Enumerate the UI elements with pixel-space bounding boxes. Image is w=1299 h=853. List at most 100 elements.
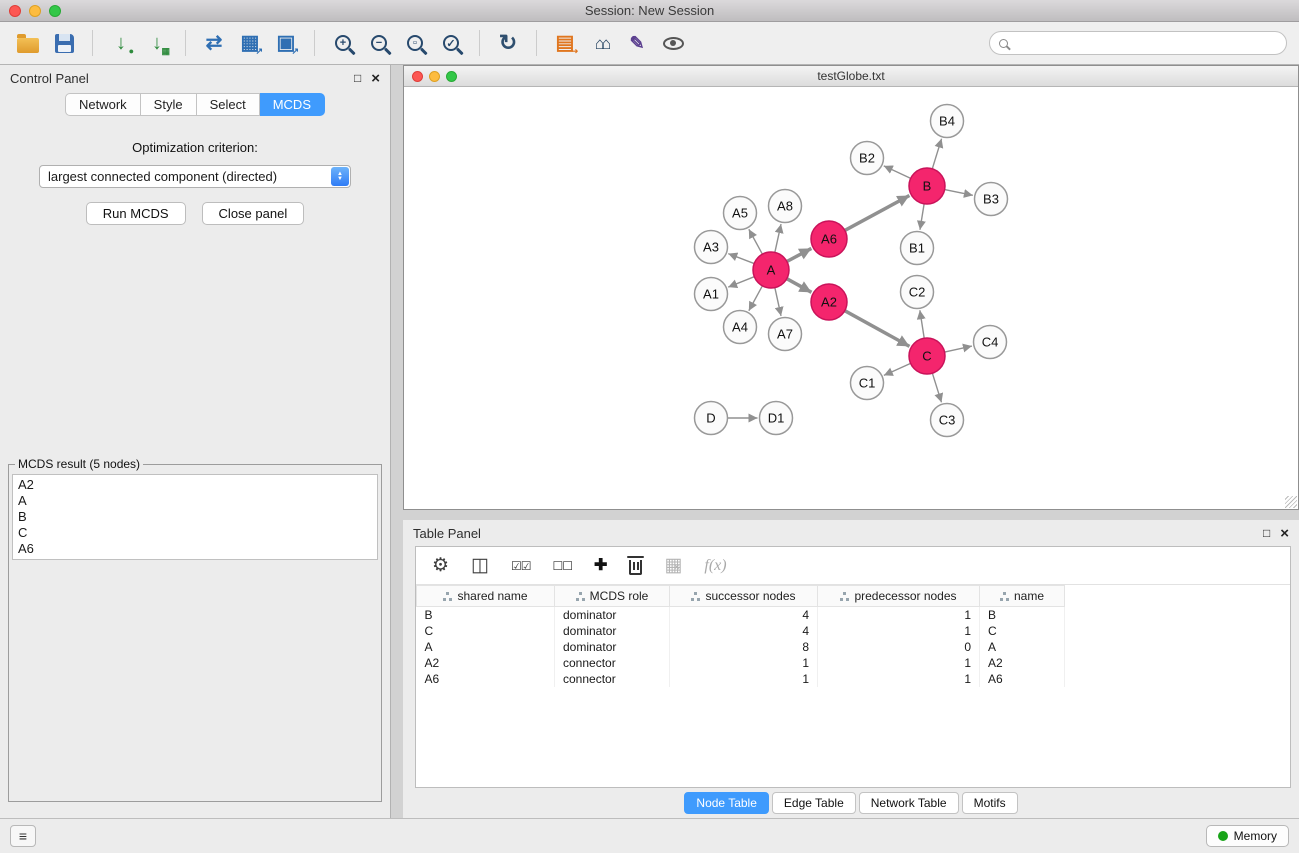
graph-edge-C-C1[interactable] — [884, 363, 911, 375]
table-cell[interactable]: A2 — [417, 655, 555, 671]
graph-node-A6[interactable]: A6 — [811, 221, 847, 257]
close-table-panel-icon[interactable]: × — [1280, 526, 1289, 541]
graph-node-B4[interactable]: B4 — [931, 105, 964, 138]
table-cell[interactable]: connector — [555, 671, 670, 687]
table-cell[interactable]: 1 — [818, 671, 980, 687]
graph-node-B3[interactable]: B3 — [975, 183, 1008, 216]
annotation-button[interactable]: ✎ — [621, 27, 653, 59]
column-header-mcds-role[interactable]: MCDS role — [555, 586, 670, 607]
delete-table-button[interactable]: ▦ × — [664, 556, 682, 575]
graph-edge-B-B2[interactable] — [884, 166, 911, 179]
import-table-button[interactable]: ↓ ▦ — [141, 27, 173, 59]
table-cell[interactable]: dominator — [555, 623, 670, 639]
tab-select[interactable]: Select — [197, 93, 260, 116]
open-session-button[interactable] — [12, 27, 44, 59]
graph-node-A2[interactable]: A2 — [811, 284, 847, 320]
graph-node-C3[interactable]: C3 — [931, 404, 964, 437]
mcds-result-item[interactable]: A6 — [18, 541, 372, 557]
graph-node-C[interactable]: C — [909, 338, 945, 374]
tab-network-table[interactable]: Network Table — [859, 792, 959, 814]
graph-node-A7[interactable]: A7 — [769, 318, 802, 351]
graph-node-B[interactable]: B — [909, 168, 945, 204]
graph-edge-A-A1[interactable] — [728, 277, 754, 287]
minimize-window-button[interactable] — [29, 5, 41, 17]
resize-grip[interactable] — [1285, 496, 1297, 508]
tab-mcds[interactable]: MCDS — [260, 93, 325, 116]
table-row[interactable]: Adominator80A — [417, 639, 1065, 655]
table-cell[interactable]: A2 — [980, 655, 1065, 671]
table-cell[interactable]: B — [980, 607, 1065, 623]
table-cell[interactable]: C — [417, 623, 555, 639]
graph-node-A5[interactable]: A5 — [724, 197, 757, 230]
graph-node-C4[interactable]: C4 — [974, 326, 1007, 359]
network-close-button[interactable] — [412, 71, 423, 82]
graph-node-A3[interactable]: A3 — [695, 231, 728, 264]
float-panel-icon[interactable]: □ — [354, 72, 361, 84]
graph-node-B2[interactable]: B2 — [851, 142, 884, 175]
graph-edge-A-A7[interactable] — [775, 288, 781, 316]
network-minimize-button[interactable] — [429, 71, 440, 82]
close-panel-icon[interactable]: × — [371, 71, 380, 86]
table-cell[interactable]: A6 — [980, 671, 1065, 687]
show-hide-button[interactable] — [657, 27, 689, 59]
zoom-in-button[interactable]: + — [327, 27, 359, 59]
column-visibility-button[interactable]: ◫ — [471, 556, 489, 575]
graph-edge-A-A6[interactable] — [787, 248, 811, 261]
graph-node-D1[interactable]: D1 — [760, 402, 793, 435]
table-cell[interactable]: A — [980, 639, 1065, 655]
export-image-button[interactable]: ▣ ↗ — [270, 27, 302, 59]
table-cell[interactable]: 1 — [670, 671, 818, 687]
graph-edge-C-C2[interactable] — [920, 310, 924, 338]
run-mcds-button[interactable]: Run MCDS — [86, 202, 186, 225]
export-table-button[interactable]: ▦ ↗ — [234, 27, 266, 59]
graph-edge-A-A5[interactable] — [749, 229, 763, 254]
table-cell[interactable]: 1 — [818, 623, 980, 639]
graph-edge-A-A2[interactable] — [787, 279, 812, 293]
zoom-out-button[interactable]: − — [363, 27, 395, 59]
graph-edge-B-B4[interactable] — [932, 139, 941, 169]
column-header-shared-name[interactable]: shared name — [417, 586, 555, 607]
graph-edge-B-B3[interactable] — [945, 190, 973, 196]
search-input[interactable] — [1014, 36, 1277, 50]
close-panel-button[interactable]: Close panel — [202, 202, 305, 225]
export-network-button[interactable]: ⇄ — [198, 27, 230, 59]
table-cell[interactable]: 1 — [670, 655, 818, 671]
graph-node-D[interactable]: D — [695, 402, 728, 435]
graph-node-A8[interactable]: A8 — [769, 190, 802, 223]
tab-style[interactable]: Style — [141, 93, 197, 116]
graph-edge-A6-B[interactable] — [845, 196, 910, 231]
memory-button[interactable]: Memory — [1206, 825, 1289, 847]
column-header-name[interactable]: name — [980, 586, 1065, 607]
network-canvas[interactable]: B4B2BB3A8A5A6B1A3AC2A1A2A4A7C4CC1C3DD1 — [404, 87, 1298, 509]
mcds-result-item[interactable]: C — [18, 525, 372, 541]
table-settings-button[interactable]: ⚙ — [432, 556, 449, 575]
graph-edge-A-A8[interactable] — [775, 224, 781, 252]
table-cell[interactable]: 4 — [670, 623, 818, 639]
table-cell[interactable]: 8 — [670, 639, 818, 655]
deselect-all-rows-button[interactable]: ☐☐ — [553, 560, 573, 572]
add-column-button[interactable]: ✚ — [594, 558, 607, 574]
mcds-result-item[interactable]: A — [18, 493, 372, 509]
table-cell[interactable]: 4 — [670, 607, 818, 623]
save-session-button[interactable] — [48, 27, 80, 59]
table-row[interactable]: Cdominator41C — [417, 623, 1065, 639]
graph-node-B1[interactable]: B1 — [901, 232, 934, 265]
table-row[interactable]: A6connector11A6 — [417, 671, 1065, 687]
tab-motifs[interactable]: Motifs — [962, 792, 1018, 814]
mcds-result-item[interactable]: B — [18, 509, 372, 525]
table-cell[interactable]: A6 — [417, 671, 555, 687]
graph-node-A[interactable]: A — [753, 252, 789, 288]
task-history-button[interactable]: ≡ — [10, 825, 36, 847]
table-cell[interactable]: A — [417, 639, 555, 655]
graph-edge-A2-C[interactable] — [845, 311, 910, 347]
function-builder-button[interactable]: f(x) — [704, 557, 726, 575]
graph-edge-B-B1[interactable] — [920, 204, 924, 230]
table-cell[interactable]: dominator — [555, 607, 670, 623]
zoom-fit-button[interactable]: ▫ — [399, 27, 431, 59]
graph-node-A1[interactable]: A1 — [695, 278, 728, 311]
column-header-successor-nodes[interactable]: successor nodes — [670, 586, 818, 607]
node-table-area[interactable]: shared nameMCDS rolesuccessor nodesprede… — [416, 585, 1290, 787]
search-box[interactable] — [989, 31, 1287, 55]
close-window-button[interactable] — [9, 5, 21, 17]
graph-node-C2[interactable]: C2 — [901, 276, 934, 309]
